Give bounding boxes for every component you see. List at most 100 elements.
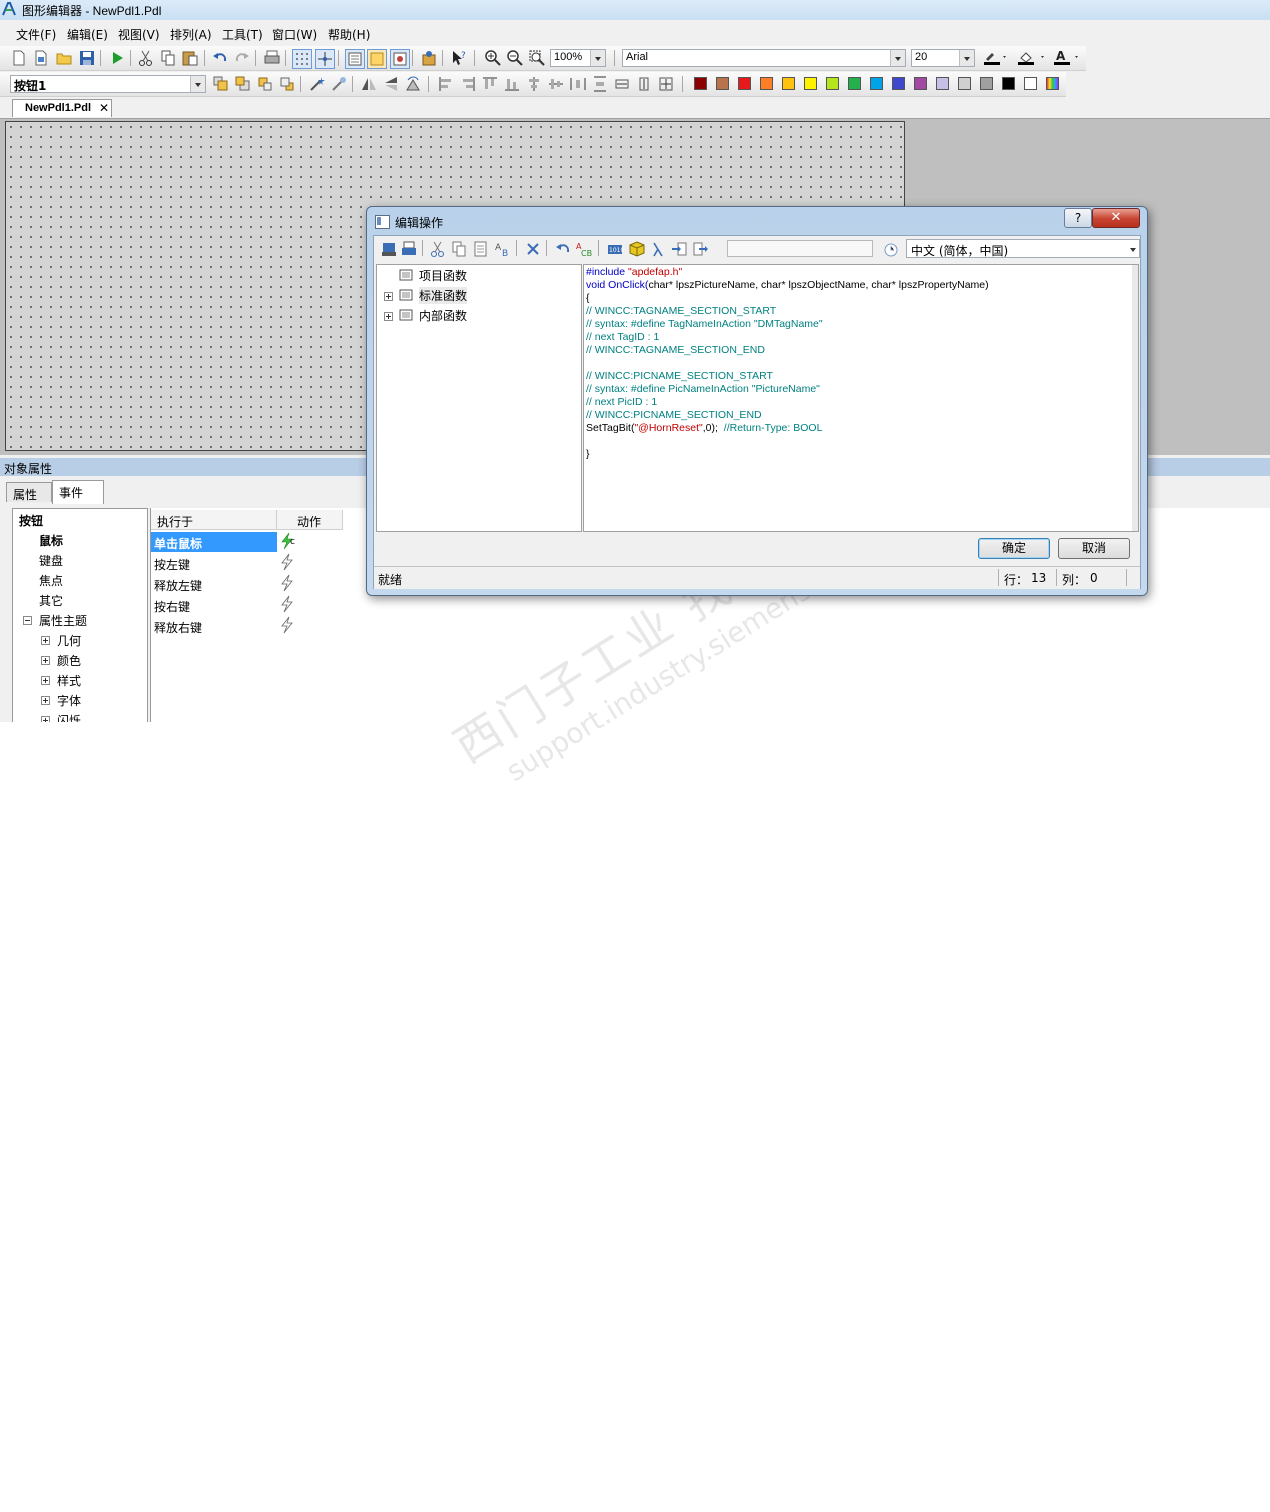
action-lightning-icon[interactable] — [279, 595, 295, 613]
color-swatch[interactable] — [782, 77, 795, 90]
menu-tools[interactable]: 工具(T) — [222, 26, 263, 43]
tag-selection-icon[interactable]: 1010 — [606, 240, 624, 258]
trigger-clock-icon[interactable] — [882, 240, 900, 258]
column-header-trigger[interactable]: 执行于 — [151, 510, 277, 530]
action-lightning-icon[interactable] — [279, 574, 295, 592]
same-width-icon[interactable] — [613, 75, 631, 93]
cancel-button[interactable]: 取消 — [1058, 538, 1130, 559]
color-swatch[interactable] — [936, 77, 949, 90]
color-swatch[interactable] — [1002, 77, 1015, 90]
context-help-icon[interactable]: ? — [450, 49, 468, 67]
flip-horizontal-icon[interactable] — [360, 75, 378, 93]
action-lightning-icon[interactable] — [279, 616, 295, 634]
tree-item-font[interactable]: 字体 — [57, 692, 81, 709]
flip-vertical-icon[interactable] — [382, 75, 400, 93]
event-row[interactable]: 单击鼠标 — [151, 532, 277, 552]
object-selector-combo[interactable]: 按钮1 — [10, 75, 206, 93]
align-bottom-icon[interactable] — [503, 75, 521, 93]
distribute-vertical-icon[interactable] — [591, 75, 609, 93]
tree-item-mouse[interactable]: 鼠标 — [39, 532, 63, 549]
expand-icon[interactable] — [384, 292, 393, 301]
menu-file[interactable]: 文件(F) — [16, 26, 56, 43]
trigger-field[interactable] — [727, 240, 873, 257]
color-swatch[interactable] — [716, 77, 729, 90]
tab-events[interactable]: 事件 — [52, 480, 104, 504]
color-swatch[interactable] — [958, 77, 971, 90]
new-project-icon[interactable] — [32, 49, 50, 67]
color-swatch[interactable] — [760, 77, 773, 90]
project-functions-node[interactable]: 项目函数 — [419, 267, 467, 284]
line-color-icon[interactable] — [982, 49, 1010, 67]
event-row[interactable]: 按左键 — [151, 553, 277, 573]
import-icon[interactable] — [670, 240, 688, 258]
redo-icon[interactable] — [233, 49, 251, 67]
runtime-play-icon[interactable] — [108, 49, 126, 67]
undo-icon[interactable] — [211, 49, 229, 67]
zoom-area-icon[interactable] — [528, 49, 546, 67]
align-right-icon[interactable] — [459, 75, 477, 93]
tab-properties[interactable]: 属性 — [6, 482, 52, 502]
one-backward-icon[interactable] — [278, 75, 296, 93]
layers-icon[interactable] — [345, 49, 365, 69]
save-icon[interactable] — [78, 49, 96, 67]
color-swatch[interactable] — [892, 77, 905, 90]
menu-window[interactable]: 窗口(W) — [272, 26, 317, 43]
compile-icon[interactable] — [380, 240, 398, 258]
close-tab-icon[interactable]: ✕ — [99, 101, 109, 115]
expand-icon[interactable] — [41, 696, 50, 705]
cut-icon[interactable] — [137, 49, 155, 67]
open-folder-icon[interactable] — [55, 49, 73, 67]
expand-icon[interactable] — [384, 312, 393, 321]
color-swatch[interactable] — [870, 77, 883, 90]
print-icon[interactable] — [263, 49, 281, 67]
center-vertical-icon[interactable] — [547, 75, 565, 93]
export-icon[interactable] — [692, 240, 710, 258]
find-replace-icon[interactable]: AB — [494, 240, 512, 258]
expand-icon[interactable] — [41, 676, 50, 685]
menu-edit[interactable]: 编辑(E) — [67, 26, 108, 43]
code-editor[interactable]: #include "apdefap.h" void OnClick(char* l… — [583, 264, 1139, 532]
color-swatch[interactable] — [848, 77, 861, 90]
align-top-icon[interactable] — [481, 75, 499, 93]
center-horizontal-icon[interactable] — [525, 75, 543, 93]
color-swatch[interactable] — [1024, 77, 1037, 90]
magic-wand-icon[interactable] — [308, 75, 326, 93]
editor-scrollbar[interactable] — [1132, 265, 1138, 531]
expand-icon[interactable] — [41, 716, 50, 722]
color-swatch[interactable] — [826, 77, 839, 90]
rotate-icon[interactable] — [404, 75, 422, 93]
color-swatch[interactable] — [694, 77, 707, 90]
help-button[interactable]: ? — [1064, 208, 1092, 228]
tree-item-geometry[interactable]: 几何 — [57, 632, 81, 649]
same-height-icon[interactable] — [635, 75, 653, 93]
delete-icon[interactable] — [524, 240, 542, 258]
menu-arrange[interactable]: 排列(A) — [170, 26, 212, 43]
undo-icon[interactable] — [554, 240, 572, 258]
font-size-combo[interactable]: 20 — [911, 49, 975, 67]
zoom-in-icon[interactable] — [484, 49, 502, 67]
more-colors-icon[interactable] — [1046, 77, 1059, 90]
menu-help[interactable]: 帮助(H) — [328, 26, 370, 43]
tree-item-keyboard[interactable]: 键盘 — [39, 552, 63, 569]
color-swatch[interactable] — [738, 77, 751, 90]
copy-icon[interactable] — [450, 240, 468, 258]
object-browser-icon[interactable] — [628, 240, 646, 258]
align-left-icon[interactable] — [437, 75, 455, 93]
document-tab[interactable]: NewPdl1.Pdl ✕ — [12, 99, 112, 117]
internal-functions-node[interactable]: 内部函数 — [419, 307, 467, 324]
expand-icon[interactable] — [41, 656, 50, 665]
tree-root[interactable]: 按钮 — [19, 512, 43, 529]
language-selector[interactable]: 中文 (简体，中国) — [906, 239, 1140, 258]
color-swatch[interactable] — [804, 77, 817, 90]
tree-item-styles[interactable]: 样式 — [57, 672, 81, 689]
tree-item-flashing[interactable]: 闪烁 — [57, 712, 81, 722]
color-swatch[interactable] — [980, 77, 993, 90]
action-lightning-icon[interactable] — [279, 553, 295, 571]
expand-icon[interactable] — [41, 636, 50, 645]
distribute-horizontal-icon[interactable] — [569, 75, 587, 93]
grid-toggle-icon[interactable] — [292, 49, 312, 69]
style-palette-icon[interactable] — [390, 49, 410, 69]
new-file-icon[interactable] — [10, 49, 28, 67]
event-row[interactable]: 按右键 — [151, 595, 277, 615]
zoom-out-icon[interactable] — [506, 49, 524, 67]
